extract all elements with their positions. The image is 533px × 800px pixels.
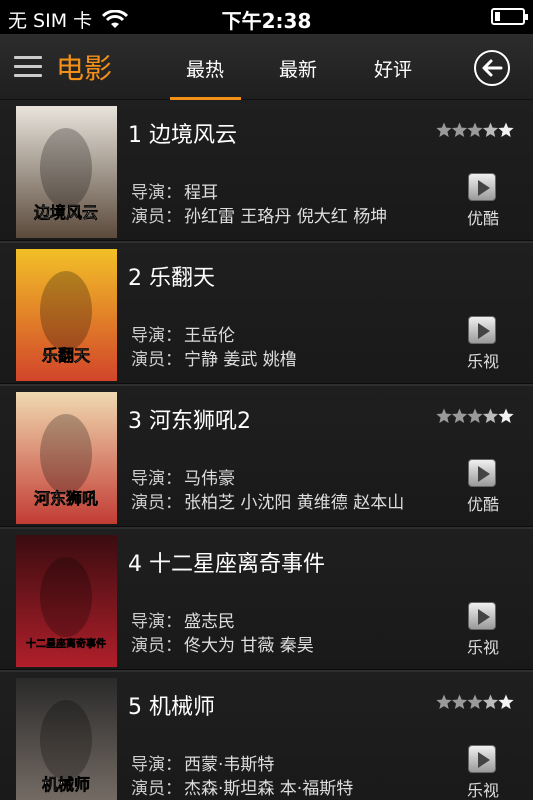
cast-label: 演员： — [131, 493, 182, 513]
movie-credits: 导演： 西蒙·韦斯特 演员： 杰森·斯坦森 本·福斯特 — [131, 753, 353, 800]
director-label: 导演： — [131, 755, 182, 775]
star-icon — [498, 694, 514, 709]
back-button[interactable] — [474, 50, 510, 86]
cast-label: 演员： — [131, 636, 182, 656]
director-name: 西蒙·韦斯特 — [184, 755, 275, 775]
movie-title[interactable]: 3 河东狮吼2 — [128, 403, 251, 435]
star-icon — [451, 694, 468, 709]
star-icon — [467, 408, 483, 423]
video-source[interactable]: 优酷 — [462, 491, 504, 515]
movie-row[interactable]: 河东狮吼 3 河东狮吼2 导演： 马伟豪 演员： 张柏芝 小沈阳 黄维德 赵本山 优… — [0, 386, 533, 529]
tab-top-rated[interactable]: 好评 — [358, 55, 428, 82]
star-icon — [498, 122, 514, 137]
tab-newest[interactable]: 最新 — [263, 55, 333, 82]
rating-stars — [436, 551, 514, 567]
cast-names: 宁静 姜武 姚橹 — [184, 350, 297, 370]
play-button[interactable] — [468, 745, 496, 773]
movie-title[interactable]: 2 乐翻天 — [128, 260, 215, 292]
cast-names: 孙红雷 王珞丹 倪大红 杨坤 — [184, 207, 388, 227]
cast-label: 演员： — [131, 207, 182, 227]
movie-row[interactable]: 乐翻天 2 乐翻天 导演： 王岳伦 演员： 宁静 姜武 姚橹 乐视 — [0, 243, 533, 386]
rating-stars — [436, 694, 514, 710]
poster-art: 乐翻天 — [16, 249, 117, 381]
battery-icon — [491, 8, 528, 25]
movie-credits: 导演： 马伟豪 演员： 张柏芝 小沈阳 黄维德 赵本山 — [131, 467, 404, 515]
poster-art: 机械师 — [16, 678, 117, 800]
star-icon — [482, 694, 499, 709]
director-name: 王岳伦 — [184, 326, 235, 346]
movie-row[interactable]: 边境风云 1 边境风云 导演： 程耳 演员： 孙红雷 王珞丹 倪大红 杨坤 优酷 — [0, 100, 533, 243]
play-button[interactable] — [468, 602, 496, 630]
star-rating-icon — [436, 122, 514, 137]
poster-title-text: 十二星座离奇事件 — [26, 637, 106, 650]
play-button[interactable] — [468, 173, 496, 201]
menu-icon[interactable] — [14, 56, 42, 78]
video-source[interactable]: 优酷 — [462, 205, 504, 229]
back-arrow-icon — [482, 59, 503, 77]
movie-poster[interactable]: 十二星座离奇事件 — [16, 535, 117, 667]
movie-title[interactable]: 1 边境风云 — [128, 117, 237, 149]
movie-row[interactable]: 机械师 5 机械师 导演： 西蒙·韦斯特 演员： 杰森·斯坦森 本·福斯特 乐视 — [0, 672, 533, 800]
star-icon — [482, 408, 499, 423]
star-rating-icon — [436, 694, 514, 709]
cast-names: 佟大为 甘薇 秦昊 — [184, 636, 314, 656]
star-icon — [436, 694, 452, 709]
rating-stars — [436, 122, 514, 138]
poster-title-text: 乐翻天 — [42, 346, 91, 365]
director-label: 导演： — [131, 183, 182, 203]
star-icon — [436, 408, 452, 423]
star-icon — [451, 408, 468, 423]
movie-row[interactable]: 十二星座离奇事件 4 十二星座离奇事件 导演： 盛志民 演员： 佟大为 甘薇 秦昊 … — [0, 529, 533, 672]
rating-stars — [436, 408, 514, 424]
movie-credits: 导演： 程耳 演员： 孙红雷 王珞丹 倪大红 杨坤 — [131, 181, 387, 229]
star-icon — [482, 122, 499, 137]
movie-list: 边境风云 1 边境风云 导演： 程耳 演员： 孙红雷 王珞丹 倪大红 杨坤 优酷 乐… — [0, 100, 533, 800]
poster-title-text: 机械师 — [42, 775, 90, 794]
status-time: 下午2:38 — [221, 9, 312, 33]
tab-hottest[interactable]: 最热 — [170, 55, 240, 82]
cast-label: 演员： — [131, 350, 182, 370]
play-button[interactable] — [468, 459, 496, 487]
poster-title-text: 河东狮吼 — [34, 489, 98, 508]
video-source[interactable]: 乐视 — [462, 348, 504, 372]
play-button[interactable] — [468, 316, 496, 344]
poster-art: 边境风云 — [16, 106, 117, 238]
video-source[interactable]: 乐视 — [462, 777, 504, 800]
video-source[interactable]: 乐视 — [462, 634, 504, 658]
star-icon — [467, 122, 483, 137]
star-icon — [467, 694, 483, 709]
status-bar: 无 SIM 卡 下午2:38 — [0, 0, 533, 34]
movie-credits: 导演： 王岳伦 演员： 宁静 姜武 姚橹 — [131, 324, 297, 372]
poster-art: 河东狮吼 — [16, 392, 117, 524]
poster-art: 十二星座离奇事件 — [16, 535, 117, 667]
cast-label: 演员： — [131, 779, 182, 799]
poster-title-text: 边境风云 — [33, 203, 98, 222]
director-label: 导演： — [131, 326, 182, 346]
cast-names: 张柏芝 小沈阳 黄维德 赵本山 — [184, 493, 405, 513]
page-title: 电影 — [56, 52, 113, 85]
star-icon — [451, 122, 468, 137]
movie-title[interactable]: 5 机械师 — [128, 689, 215, 721]
star-rating-icon — [436, 408, 514, 423]
movie-title[interactable]: 4 十二星座离奇事件 — [128, 546, 325, 578]
nav-bar: 电影 最热 最新 好评 — [0, 34, 533, 100]
director-label: 导演： — [131, 469, 182, 489]
director-name: 盛志民 — [184, 612, 235, 632]
star-icon — [498, 408, 514, 423]
director-name: 马伟豪 — [184, 469, 235, 489]
movie-poster[interactable]: 边境风云 — [16, 106, 117, 238]
star-icon — [436, 122, 452, 137]
movie-credits: 导演： 盛志民 演员： 佟大为 甘薇 秦昊 — [131, 610, 314, 658]
cast-names: 杰森·斯坦森 本·福斯特 — [184, 779, 354, 799]
movie-poster[interactable]: 河东狮吼 — [16, 392, 117, 524]
director-name: 程耳 — [184, 183, 218, 203]
movie-poster[interactable]: 乐翻天 — [16, 249, 117, 381]
rating-stars — [436, 265, 514, 281]
director-label: 导演： — [131, 612, 182, 632]
movie-poster[interactable]: 机械师 — [16, 678, 117, 800]
